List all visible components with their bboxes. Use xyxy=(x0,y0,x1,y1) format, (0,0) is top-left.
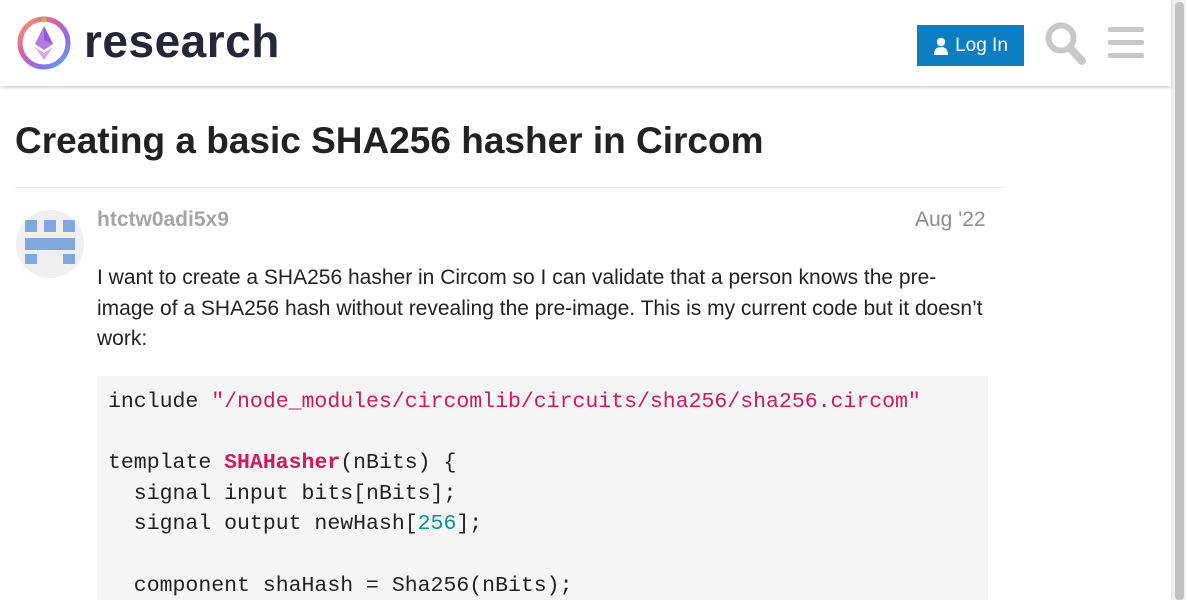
site-title: research xyxy=(84,15,280,67)
hamburger-menu-icon[interactable] xyxy=(1107,24,1145,62)
title-divider xyxy=(15,187,1004,188)
post-username[interactable]: htctw0adi5x9 xyxy=(97,208,229,232)
code-line-3: template SHAHasher(nBits) { xyxy=(108,451,457,476)
topic-title[interactable]: Creating a basic SHA256 hasher in Circom xyxy=(15,120,764,162)
code-line-1: include "/node_modules/circomlib/circuit… xyxy=(108,390,921,414)
code-string: "/node_modules/circomlib/circuits/sha256… xyxy=(211,390,921,414)
code-block: include "/node_modules/circomlib/circuit… xyxy=(97,376,988,600)
login-button-label: Log In xyxy=(955,34,1008,56)
search-icon[interactable] xyxy=(1044,21,1086,65)
code-line-4: signal input bits[nBits]; xyxy=(108,481,457,506)
scrollbar-thumb[interactable] xyxy=(1175,2,1184,600)
post-date[interactable]: Aug '22 xyxy=(915,208,986,232)
avatar[interactable] xyxy=(16,210,84,278)
code-line-7: component shaHash = Sha256(nBits); xyxy=(108,573,573,598)
code-function-name: SHAHasher xyxy=(224,451,341,476)
code-number: 256 xyxy=(417,512,457,537)
ethereum-research-logo-icon xyxy=(17,16,71,70)
site-logo[interactable]: research xyxy=(16,14,280,72)
login-button[interactable]: Log In xyxy=(917,25,1024,66)
site-header: research Log In xyxy=(0,0,1171,86)
user-avatar-icon xyxy=(16,210,84,278)
page-scrollbar[interactable] xyxy=(1171,0,1186,600)
user-icon xyxy=(934,37,949,55)
post-body-text: I want to create a SHA256 hasher in Circ… xyxy=(97,266,983,350)
code-line-5: signal output newHash[256]; xyxy=(108,512,483,537)
